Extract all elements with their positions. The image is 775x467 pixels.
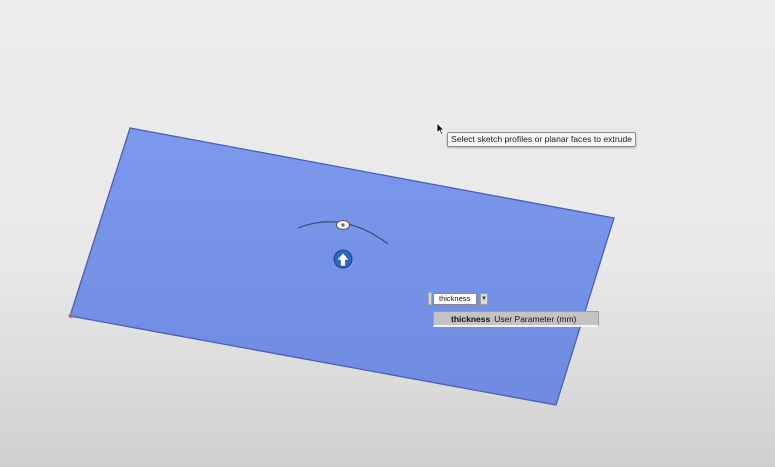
distance-input-group: ▼ [428, 292, 488, 305]
input-drag-grip[interactable] [428, 292, 432, 305]
angle-handle-icon[interactable] [336, 220, 350, 230]
caret-down-icon[interactable]: ▼ [480, 292, 488, 305]
suggestion-description: User Parameter (mm) [494, 314, 577, 324]
distance-input[interactable] [433, 292, 477, 305]
selection-tooltip: Select sketch profiles or planar faces t… [447, 132, 637, 147]
arrow-cursor-icon [436, 122, 445, 135]
canvas-viewport[interactable] [0, 0, 775, 467]
suggestion-name: thickness [451, 314, 491, 324]
parameter-suggestion-item[interactable]: thickness User Parameter (mm) [433, 311, 599, 327]
extrude-arrow-icon[interactable] [333, 249, 353, 269]
